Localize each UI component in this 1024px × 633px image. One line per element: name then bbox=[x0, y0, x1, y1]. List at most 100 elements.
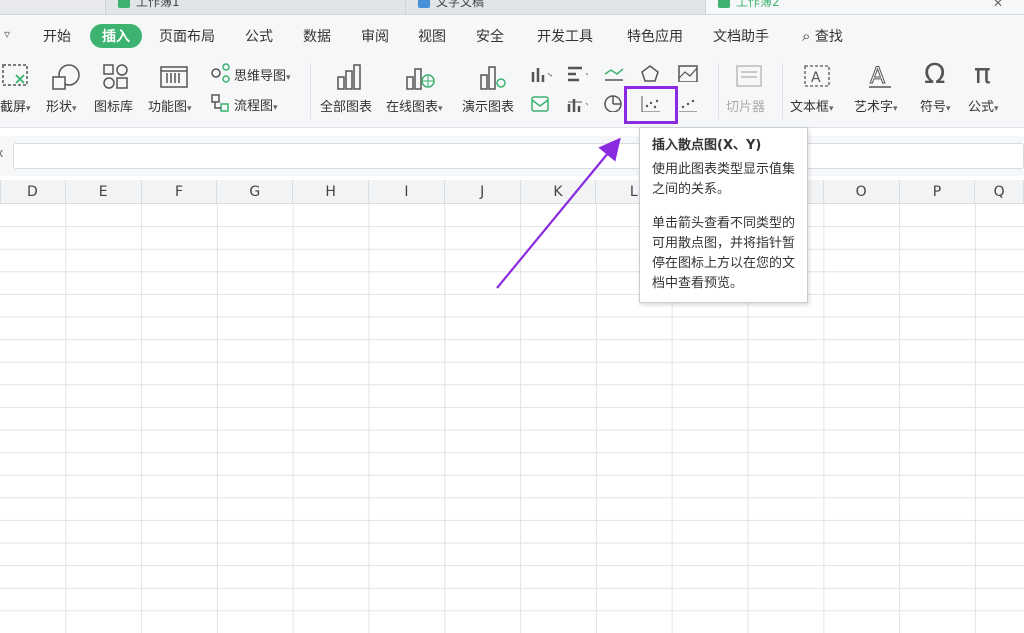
document-icon bbox=[418, 0, 430, 8]
demo-charts-button[interactable]: 演示图表 bbox=[462, 55, 522, 127]
formula-insert-button[interactable]: π 公式▾ bbox=[966, 55, 1012, 127]
slicer-button[interactable]: 切片器 bbox=[724, 55, 774, 127]
online-charts-button[interactable]: 在线图表▾ bbox=[386, 55, 454, 127]
mind-map-button[interactable]: 思维导图▾ bbox=[210, 63, 305, 87]
menu-formula[interactable]: 公式 bbox=[245, 26, 273, 46]
area-chart-icon[interactable] bbox=[677, 64, 699, 82]
doc-tab-label: 工作簿1 bbox=[136, 0, 180, 9]
close-tab-icon[interactable]: ✕ bbox=[993, 0, 1003, 10]
spreadsheet-icon bbox=[118, 0, 130, 8]
doc-tab-workbook2[interactable]: 工作簿2 ✕ bbox=[705, 0, 1024, 14]
doc-tab-label: 工作簿2 bbox=[736, 0, 780, 9]
omega-icon: Ω bbox=[924, 57, 946, 90]
menu-security[interactable]: 安全 bbox=[476, 26, 504, 46]
function-chart-label: 功能图▾ bbox=[148, 100, 192, 115]
column-header-o[interactable]: O bbox=[823, 180, 900, 204]
doc-tab-label: 文字文稿 bbox=[436, 0, 485, 9]
search-label: 查找 bbox=[814, 29, 843, 45]
flowchart-button[interactable]: 流程图▾ bbox=[210, 93, 300, 117]
pi-icon: π bbox=[974, 57, 991, 90]
column-header-e[interactable]: E bbox=[65, 180, 142, 204]
line-chart-icon[interactable] bbox=[603, 64, 625, 82]
demo-charts-label: 演示图表 bbox=[462, 100, 515, 115]
menu-data[interactable]: 数据 bbox=[303, 26, 331, 46]
mind-map-label: 思维导图▾ bbox=[234, 69, 291, 84]
svg-text:A: A bbox=[811, 70, 821, 86]
scatter-highlight-box bbox=[624, 86, 678, 124]
svg-text:A: A bbox=[870, 64, 885, 89]
slicer-label: 切片器 bbox=[726, 100, 766, 115]
flowchart-icon bbox=[211, 94, 229, 112]
search-icon: ⌕ bbox=[802, 27, 811, 45]
column-header-f[interactable]: F bbox=[141, 180, 218, 204]
radar-chart-icon[interactable] bbox=[640, 64, 662, 82]
bar-chart-icon bbox=[337, 64, 361, 90]
slicer-icon bbox=[736, 65, 762, 87]
function-chart-icon bbox=[160, 66, 188, 88]
scatter-tooltip: 插入散点图(X、Y) 使用此图表类型显示值集之间的关系。 单击箭头查看不同类型的… bbox=[639, 127, 808, 303]
menu-doc-assistant[interactable]: 文档助手 bbox=[713, 26, 769, 46]
menu-special-apps[interactable]: 特色应用 bbox=[627, 26, 683, 46]
symbol-button[interactable]: Ω 符号▾ bbox=[916, 55, 962, 127]
column-header-p[interactable]: P bbox=[899, 180, 976, 204]
column-header-k[interactable]: K bbox=[520, 180, 597, 204]
column-header-edge bbox=[0, 180, 1, 204]
document-tab-strip: 工作簿1 文字文稿 工作簿2 ✕ bbox=[0, 0, 1024, 15]
symbol-label: 符号▾ bbox=[920, 100, 951, 115]
combo-chart-icon[interactable] bbox=[566, 94, 588, 112]
column-header-j[interactable]: J bbox=[444, 180, 521, 204]
insert-ribbon: 截屏▾ 形状▾ 图标库 功能图▾ 思维导图▾ 流程图▾ 全部图表 在线图表▾ 演… bbox=[0, 55, 1024, 128]
grid-lines bbox=[0, 204, 1024, 633]
tooltip-hint: 单击箭头查看不同类型的可用散点图，并将指针暂停在图标上方以在您的文档中查看预览。 bbox=[652, 216, 796, 291]
doc-tab-document[interactable]: 文字文稿 bbox=[405, 0, 707, 14]
wordart-label: 艺术字▾ bbox=[854, 100, 898, 115]
screenshot-icon bbox=[2, 64, 28, 86]
shapes-button[interactable]: 形状▾ bbox=[44, 55, 90, 127]
online-charts-label: 在线图表▾ bbox=[386, 100, 443, 115]
menu-review[interactable]: 审阅 bbox=[361, 26, 389, 46]
screenshot-label: 截屏▾ bbox=[0, 100, 31, 115]
formula-insert-label: 公式▾ bbox=[968, 100, 999, 115]
all-charts-label: 全部图表 bbox=[320, 100, 373, 115]
wordart-icon: A bbox=[869, 64, 891, 90]
stock-chart-icon[interactable] bbox=[530, 94, 552, 112]
menu-collapse-icon[interactable]: ▿ bbox=[4, 27, 10, 41]
flowchart-label: 流程图▾ bbox=[234, 99, 278, 114]
menu-insert[interactable]: 插入 bbox=[90, 24, 142, 48]
column-header-i[interactable]: I bbox=[369, 180, 445, 204]
menu-start[interactable]: 开始 bbox=[43, 26, 71, 46]
demo-chart-icon bbox=[480, 66, 506, 90]
column-chart-icon[interactable] bbox=[530, 64, 552, 82]
icon-library-button[interactable]: 图标库 bbox=[94, 55, 140, 127]
shapes-label: 形状▾ bbox=[46, 100, 77, 115]
menu-developer-tools[interactable]: 开发工具 bbox=[537, 26, 593, 46]
wordart-button[interactable]: A 艺术字▾ bbox=[852, 55, 908, 127]
all-charts-button[interactable]: 全部图表 bbox=[318, 55, 380, 127]
pie-chart-icon[interactable] bbox=[603, 94, 625, 112]
screenshot-button[interactable]: 截屏▾ bbox=[0, 55, 40, 127]
function-chart-button[interactable]: 功能图▾ bbox=[148, 55, 204, 127]
bar-chart-horizontal-icon[interactable] bbox=[566, 64, 588, 82]
spreadsheet-icon bbox=[718, 0, 730, 8]
fx-label: fx bbox=[0, 146, 3, 160]
textbox-button[interactable]: A 文本框▾ bbox=[788, 55, 844, 127]
menu-view[interactable]: 视图 bbox=[418, 26, 446, 46]
column-header-d[interactable]: D bbox=[0, 180, 66, 204]
shapes-icon bbox=[52, 64, 80, 90]
formula-input[interactable] bbox=[13, 143, 1024, 169]
menu-search[interactable]: ⌕ 查找 bbox=[802, 26, 843, 46]
ribbon-separator bbox=[718, 63, 719, 119]
tooltip-description: 使用此图表类型显示值集之间的关系。 bbox=[652, 162, 796, 197]
ribbon-separator bbox=[310, 63, 311, 119]
menu-page-layout[interactable]: 页面布局 bbox=[159, 26, 215, 46]
tooltip-title: 插入散点图(X、Y) bbox=[652, 138, 762, 153]
bubble-chart-icon[interactable] bbox=[677, 94, 699, 112]
textbox-icon: A bbox=[804, 65, 830, 87]
doc-tab-workbook1[interactable]: 工作簿1 bbox=[105, 0, 407, 14]
icon-library-label: 图标库 bbox=[94, 100, 134, 115]
cell-grid[interactable] bbox=[0, 204, 1024, 633]
column-header-g[interactable]: G bbox=[217, 180, 294, 204]
column-header-h[interactable]: H bbox=[293, 180, 369, 204]
column-header-q[interactable]: Q bbox=[975, 180, 1024, 204]
online-chart-icon bbox=[406, 68, 435, 90]
